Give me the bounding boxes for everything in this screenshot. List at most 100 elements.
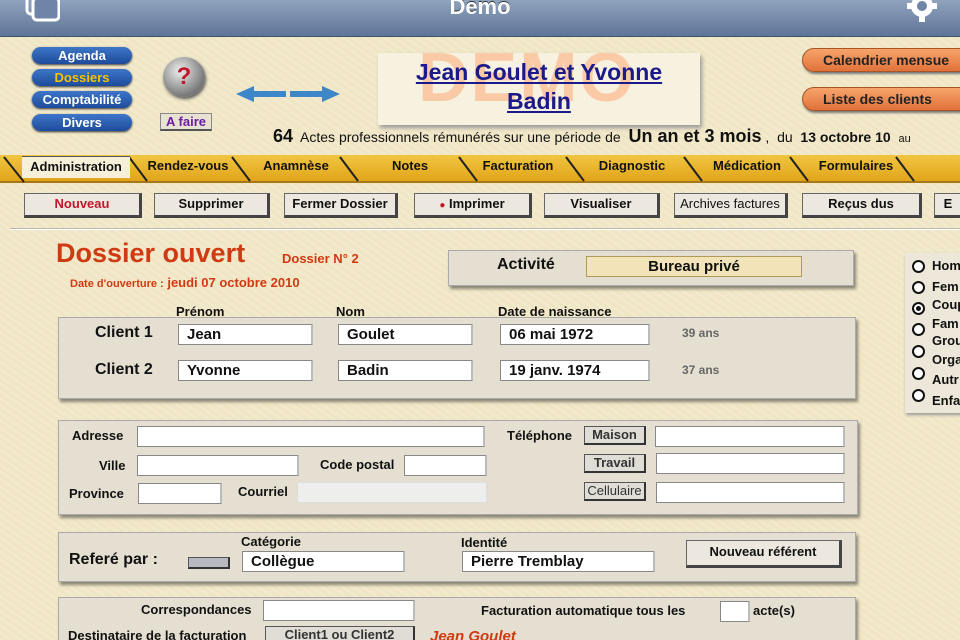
navigation-arrows-icon[interactable] (236, 86, 340, 102)
client1-naissance-field[interactable]: 06 mai 1972 (500, 324, 650, 345)
archives-factures-button[interactable]: Archives factures (674, 193, 788, 218)
nav-comptabilite-button[interactable]: Comptabilité (32, 91, 132, 108)
tab-formulaires[interactable]: Formulaires (808, 156, 904, 178)
type-radio-fam[interactable] (912, 323, 925, 336)
activite-select[interactable]: Bureau privé (586, 256, 802, 277)
stats-du: du (777, 129, 793, 145)
calendar-button[interactable]: Calendrier mensue (802, 48, 960, 72)
visualiser-button[interactable]: Visualiser (544, 193, 660, 218)
client2-age: 37 ans (682, 363, 720, 377)
type-radio-hom[interactable] (912, 260, 925, 273)
facturation-auto-label: Facturation automatique tous les (481, 603, 686, 618)
ville-field[interactable] (137, 455, 299, 476)
nav-agenda-button[interactable]: Agenda (32, 47, 132, 64)
type-label-coup: Coup (932, 297, 960, 312)
nouveau-referent-button[interactable]: Nouveau référent (686, 540, 842, 568)
type-radio-autr[interactable] (912, 367, 925, 380)
tab-medication[interactable]: Médication (702, 156, 792, 178)
stats-count: 64 (273, 126, 294, 146)
dossier-title: Dossier ouvert (56, 238, 246, 268)
tab-facturation[interactable]: Facturation (470, 156, 566, 178)
opening-date: Date d'ouverture : jeudi 07 octobre 2010 (70, 275, 300, 290)
gear-icon[interactable] (904, 0, 940, 26)
tab-diagnostic[interactable]: Diagnostic (584, 156, 680, 178)
type-label-fem: Fem (932, 279, 959, 294)
destinataire-name: Jean Goulet (430, 628, 516, 640)
travail-phone-field[interactable] (656, 453, 845, 474)
client2-label: Client 2 (95, 361, 153, 378)
tab-notes[interactable]: Notes (358, 156, 462, 178)
correspondances-field[interactable] (263, 600, 415, 621)
opening-date-value: jeudi 07 octobre 2010 (167, 275, 300, 290)
client2-prenom-field[interactable]: Yvonne (178, 360, 313, 381)
identite-label: Identité (461, 535, 508, 550)
type-label-enfa: Enfa (932, 393, 960, 408)
windows-icon[interactable] (22, 0, 60, 22)
client2-nom-field[interactable]: Badin (338, 360, 473, 381)
client1-age: 39 ans (682, 326, 720, 340)
supprimer-button[interactable]: Supprimer (154, 193, 270, 218)
client1-prenom-field[interactable]: Jean (178, 324, 313, 345)
app-title: Demo (449, 0, 511, 19)
type-radio-coup[interactable] (912, 302, 925, 315)
code-postal-field[interactable] (404, 455, 487, 476)
client-name-line2[interactable]: Badin (378, 87, 700, 116)
type-radio-enfa[interactable] (912, 389, 925, 402)
nav-divers-button[interactable]: Divers (32, 114, 132, 131)
type-label-orga: Orga (932, 352, 960, 367)
province-label: Province (69, 486, 124, 501)
client-name-line1[interactable]: Jean Goulet et Yvonne (378, 53, 700, 87)
divider (10, 228, 960, 230)
type-label-autr: Autr (932, 372, 959, 387)
nouveau-button[interactable]: Nouveau (24, 193, 142, 218)
refere-par-label: Referé par : (69, 551, 158, 568)
dossier-number: Dossier N° 2 (282, 251, 359, 266)
actes-label: acte(s) (753, 603, 795, 618)
cellulaire-button[interactable]: Cellulaire (584, 482, 646, 501)
maison-phone-field[interactable] (655, 426, 845, 447)
correspondances-label: Correspondances (141, 602, 252, 617)
tab-anamnese[interactable]: Anamnèse (250, 156, 342, 178)
client1-nom-field[interactable]: Goulet (338, 324, 473, 345)
type-label-hom: Hom (932, 258, 960, 273)
adresse-label: Adresse (72, 428, 124, 443)
maison-button[interactable]: Maison (584, 426, 646, 445)
province-field[interactable] (138, 483, 222, 504)
telephone-label: Téléphone (507, 428, 573, 443)
tab-administration[interactable]: Administration (22, 156, 130, 178)
courriel-field[interactable] (297, 482, 488, 503)
imprimer-button[interactable]: ● Imprimer (414, 193, 532, 218)
fermer-dossier-button[interactable]: Fermer Dossier (284, 193, 398, 218)
client-list-button[interactable]: Liste des clients (802, 87, 960, 111)
ville-label: Ville (99, 458, 126, 473)
adresse-field[interactable] (137, 426, 485, 447)
stats-line: 64 Actes professionnels rémunérés sur un… (273, 126, 960, 147)
cellulaire-phone-field[interactable] (656, 482, 845, 503)
tab-rendez-vous[interactable]: Rendez-vous (140, 156, 236, 178)
nav-dossiers-button[interactable]: Dossiers (32, 69, 132, 86)
activite-label: Activité (497, 256, 555, 273)
client2-naissance-field[interactable]: 19 janv. 1974 (500, 360, 650, 381)
categorie-field[interactable]: Collègue (242, 551, 405, 572)
code-postal-label: Code postal (320, 457, 395, 472)
actes-count-field[interactable] (720, 601, 750, 622)
travail-button[interactable]: Travail (584, 454, 646, 473)
destinataire-label: Destinataire de la facturation (68, 628, 247, 640)
imprimer-label: Imprimer (449, 196, 505, 211)
stats-period: Un an et 3 mois (628, 126, 762, 146)
overflow-button[interactable]: E (934, 193, 960, 218)
identite-field[interactable]: Pierre Tremblay (462, 551, 655, 572)
type-radio-orga[interactable] (912, 345, 925, 358)
recus-dus-button[interactable]: Reçus dus (802, 193, 922, 218)
client1-label: Client 1 (95, 324, 153, 341)
stats-separator: , (765, 129, 770, 145)
help-button[interactable]: ? (163, 57, 205, 97)
a-faire-button[interactable]: A faire (160, 113, 212, 131)
referral-picker-button[interactable] (188, 557, 230, 569)
client-name-panel: DEMO Jean Goulet et Yvonne Badin (378, 53, 700, 125)
stats-text: Actes professionnels rémunérés sur une p… (300, 129, 621, 145)
type-radio-fem[interactable] (912, 281, 925, 294)
record-dot-icon: ● (439, 200, 446, 211)
stats-date: 13 octobre 10 (800, 129, 891, 145)
destinataire-select[interactable]: Client1 ou Client2 (265, 626, 415, 640)
